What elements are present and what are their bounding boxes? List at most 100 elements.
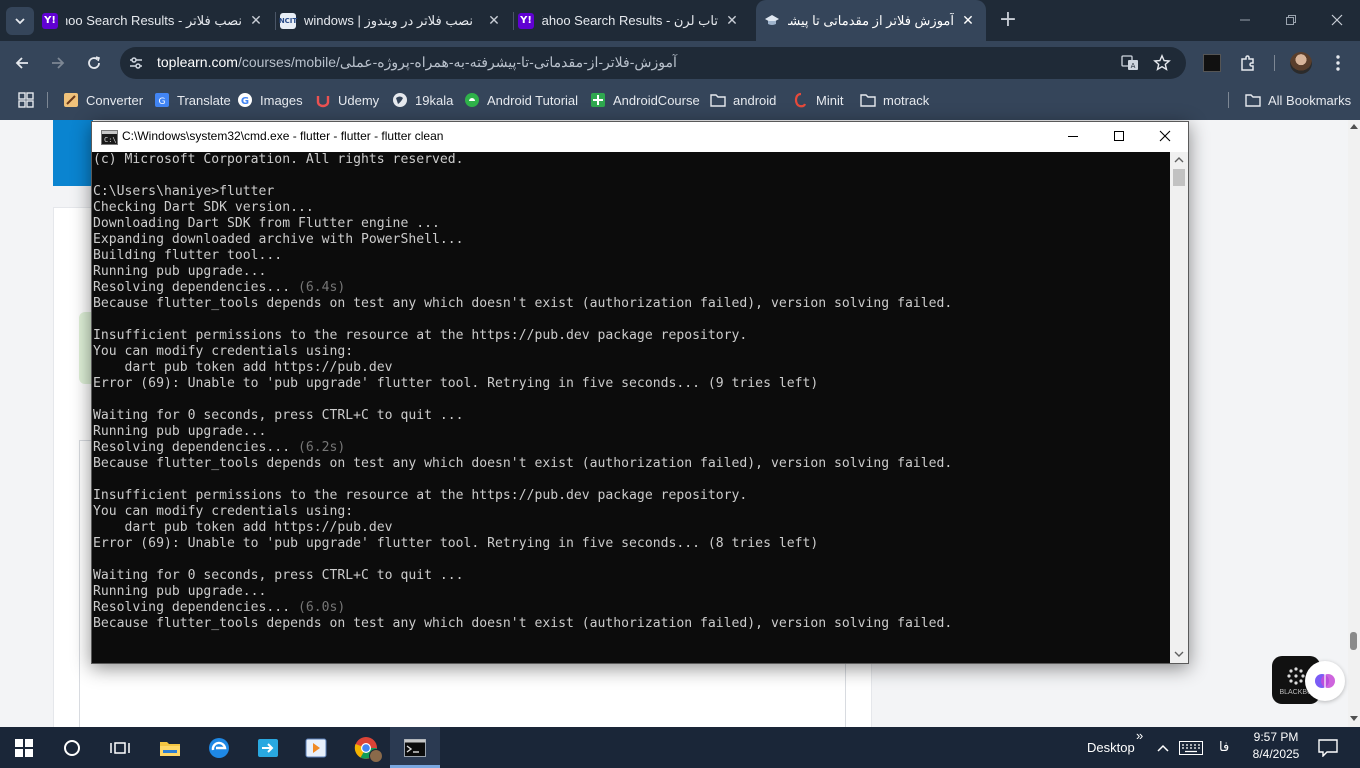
bookmark-udemy[interactable]: Udemy (315, 85, 379, 115)
svg-text:G: G (159, 97, 166, 107)
translate-page-button[interactable]: A (1118, 51, 1142, 75)
bookmark-minit[interactable]: Minit (793, 85, 843, 115)
cmd-scrollbar-thumb[interactable] (1173, 169, 1185, 186)
bookmark-translate[interactable]: G Translate (154, 85, 231, 115)
new-tab-button[interactable]: + (994, 6, 1022, 34)
tab-yahoo-toplearn[interactable]: Y! تاب لرن - Yahoo Search Results ✕ (518, 0, 750, 41)
console-line: Running pub upgrade... (93, 584, 1170, 600)
maximize-icon (1114, 131, 1124, 141)
forward-button[interactable] (44, 49, 72, 77)
bookmark-androidcourse[interactable]: AndroidCourse (590, 85, 700, 115)
close-icon[interactable]: ✕ (724, 13, 740, 29)
show-hidden-icons-button[interactable] (1154, 739, 1172, 757)
bookmark-label: Android Tutorial (487, 92, 579, 108)
close-icon (1159, 130, 1171, 142)
desktop-toolbar-label[interactable]: Desktop (1087, 740, 1135, 755)
back-button[interactable] (8, 49, 36, 77)
page-scrollbar-down[interactable] (1350, 716, 1358, 721)
console-line: You can modify credentials using: (93, 504, 1170, 520)
task-view-button[interactable] (96, 727, 144, 768)
console-line: dart pub token add https://pub.dev (93, 360, 1170, 376)
console-line: Resolving dependencies... (6.2s) (93, 440, 1170, 456)
minit-icon (793, 92, 809, 108)
profile-avatar[interactable] (1290, 52, 1312, 74)
site-info-icon[interactable] (124, 51, 148, 75)
bookmark-19kala[interactable]: 19kala (392, 85, 453, 115)
tab-search-button[interactable] (6, 7, 34, 35)
console-line: Waiting for 0 seconds, press CTRL+C to q… (93, 568, 1170, 584)
console-line-text: Building flutter tool... (93, 248, 283, 263)
android-course-icon (590, 92, 606, 108)
taskbar-app-blue[interactable] (195, 727, 243, 768)
console-output[interactable]: (c) Microsoft Corporation. All rights re… (92, 152, 1170, 663)
console-line: Running pub upgrade... (93, 264, 1170, 280)
folder-icon (710, 92, 726, 108)
bookmark-folder-motrack[interactable]: motrack (860, 85, 929, 115)
taskbar-file-explorer[interactable] (146, 727, 194, 768)
console-line: Insufficient permissions to the resource… (93, 488, 1170, 504)
notifications-button[interactable] (1314, 737, 1342, 759)
bookmark-folder-android[interactable]: android (710, 85, 776, 115)
scroll-up-icon[interactable] (1174, 156, 1184, 164)
url-text[interactable]: toplearn.com/courses/mobile/آموزش-فلاتر-… (157, 54, 1097, 72)
start-button[interactable] (0, 727, 48, 768)
console-line: Downloading Dart SDK from Flutter engine… (93, 216, 1170, 232)
console-line: Because flutter_tools depends on test an… (93, 296, 1170, 312)
taskbar-chrome[interactable] (342, 727, 390, 768)
clock[interactable]: 9:57 PM 8/4/2025 (1244, 729, 1308, 763)
minimize-window-button[interactable] (1223, 10, 1267, 30)
touch-keyboard-button[interactable] (1178, 739, 1204, 757)
console-line-text: (c) Microsoft Corporation. All rights re… (93, 152, 464, 167)
taskbar-media-player[interactable] (292, 727, 340, 768)
bookmark-star-button[interactable] (1150, 51, 1174, 75)
toolbar-overflow-chevron[interactable]: » (1136, 728, 1143, 743)
cmd-title-bar[interactable]: C:\ C:\Windows\system32\cmd.exe - flutte… (92, 122, 1188, 152)
cmd-minimize-button[interactable] (1050, 122, 1096, 150)
bookmark-images[interactable]: G Images (237, 85, 303, 115)
close-window-button[interactable] (1315, 10, 1359, 30)
restore-window-button[interactable] (1269, 10, 1313, 30)
tab-yahoo-flutter[interactable]: Y! نصب فلاتر - Yahoo Search Results ✕ (42, 0, 274, 41)
page-scrollbar-up[interactable] (1350, 124, 1358, 129)
close-icon[interactable]: ✕ (960, 13, 976, 29)
cmd-maximize-button[interactable] (1096, 122, 1142, 150)
bookmark-label: Translate (177, 92, 231, 108)
cmd-window[interactable]: C:\ C:\Windows\system32\cmd.exe - flutte… (91, 121, 1189, 664)
search-button[interactable] (48, 727, 96, 768)
browser-menu-button[interactable] (1326, 51, 1350, 75)
console-line: Insufficient permissions to the resource… (93, 328, 1170, 344)
all-bookmarks-button[interactable]: All Bookmarks (1245, 85, 1351, 115)
bookmark-android-tutorial[interactable]: Android Tutorial (464, 85, 578, 115)
console-line: Because flutter_tools depends on test an… (93, 456, 1170, 472)
url-host: toplearn.com (157, 54, 238, 70)
tab-toplearn-active[interactable]: آموزش فلاتر از مقدماتی تا پیشرفته ✕ (756, 0, 986, 41)
tab-title: آموزش فلاتر از مقدماتی تا پیشرفته (788, 12, 954, 28)
bookmark-converter[interactable]: Converter (63, 85, 143, 115)
close-icon[interactable]: ✕ (248, 13, 264, 29)
input-language-indicator[interactable]: فا (1219, 740, 1229, 755)
cmd-scrollbar[interactable] (1170, 152, 1188, 663)
close-icon[interactable]: ✕ (486, 13, 502, 29)
ai-brain-button[interactable] (1305, 661, 1345, 701)
bookmark-label: AndroidCourse (613, 92, 700, 108)
extension-button[interactable] (1200, 51, 1224, 75)
bookmarks-separator (47, 92, 48, 108)
page-header-banner (53, 120, 93, 186)
taskbar-cmd-active[interactable] (390, 727, 440, 768)
console-line-text: Running pub upgrade... (93, 424, 267, 439)
reload-button[interactable] (80, 49, 108, 77)
taskbar-app-transfer[interactable] (244, 727, 292, 768)
apps-button[interactable] (16, 90, 36, 110)
star-icon (1153, 54, 1171, 71)
site-icon: NCIT (279, 12, 297, 29)
translate-icon: A (1121, 55, 1138, 70)
folder-icon (160, 741, 180, 756)
extensions-menu-button[interactable] (1236, 51, 1260, 75)
console-line-text: Running pub upgrade... (93, 264, 267, 279)
tab-flutter-windows[interactable]: NCIT نصب فلاتر در ویندوز | windows ✕ (279, 0, 512, 41)
page-scrollbar-thumb[interactable] (1350, 632, 1357, 650)
cmd-close-button[interactable] (1142, 122, 1188, 150)
scroll-down-icon[interactable] (1174, 650, 1184, 658)
console-line-text: dart pub token add https://pub.dev (93, 520, 393, 535)
